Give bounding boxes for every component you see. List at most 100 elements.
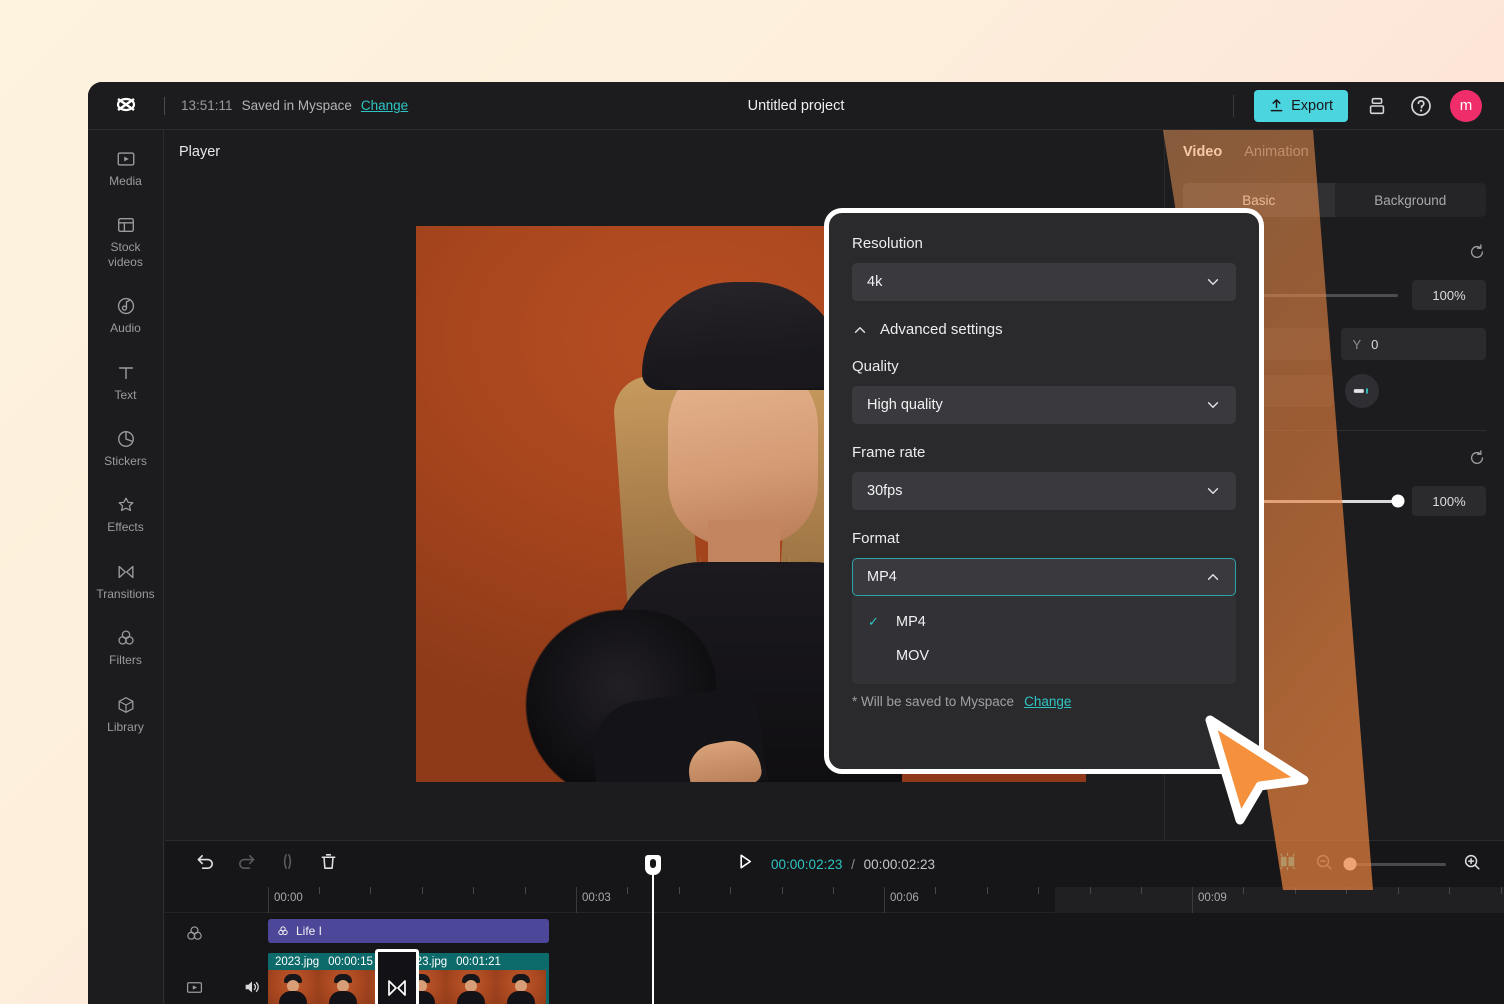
opacity-slider-knob[interactable] [1391,494,1405,508]
delete-button[interactable] [318,851,339,877]
sidebar-item-label: Effects [107,520,144,535]
sidebar-item-text[interactable]: Text [92,358,160,407]
resolution-label: Resolution [852,235,923,252]
sidebar-item-library[interactable]: Library [92,690,160,739]
filters-icon [187,925,202,940]
layout-icon [1369,97,1385,114]
thumbnail [496,970,546,1004]
timeline-panel: 00:00:02:23 / 00:00:02:23 00:00 00:03 00… [165,840,1504,1004]
format-option-mov[interactable]: MOV [852,639,1236,673]
sidebar-item-label: Audio [110,321,141,336]
sidebar-item-stock-videos[interactable]: Stock videos [92,210,160,274]
undo-icon [197,854,213,869]
toolbar-divider [164,96,165,115]
ruler-major-tick [576,887,577,913]
quality-select[interactable]: High quality [852,386,1236,424]
sidebar-item-transitions[interactable]: Transitions [92,557,160,606]
format-option-mp4[interactable]: ✓ MP4 [852,605,1236,639]
position-y-field[interactable]: Y 0 [1340,328,1486,360]
filter-clip[interactable]: Life I [268,919,549,943]
tab-animation[interactable]: Animation [1244,144,1308,163]
top-bar-actions: Export m [1233,89,1504,122]
segment-background[interactable]: Background [1335,183,1487,217]
format-select[interactable]: MP4 [852,558,1236,596]
tab-video[interactable]: Video [1183,144,1222,163]
footer-change-link[interactable]: Change [1024,694,1071,709]
avatar-initial: m [1459,97,1473,114]
ruler-label: 00:00 [274,892,303,904]
redo-button[interactable] [236,851,257,877]
resolution-select[interactable]: 4k [852,263,1236,301]
play-icon [739,854,751,869]
zoom-out-button[interactable] [1314,852,1334,877]
playhead[interactable] [645,855,661,1004]
ruler-label: 00:06 [890,892,919,904]
change-location-link[interactable]: Change [361,98,408,113]
auto-cut-button[interactable] [1277,851,1298,877]
timecode-display: 00:00:02:23 / 00:00:02:23 [771,857,935,872]
chevron-down-icon [1207,402,1219,408]
mute-button[interactable] [242,977,262,1002]
effects-icon [118,497,133,512]
app-logo[interactable] [88,93,164,119]
time-separator: / [851,856,855,872]
properties-tabs: Video Animation [1183,144,1486,163]
split-button[interactable] [277,851,298,877]
layout-button[interactable] [1362,91,1392,121]
sidebar-item-media[interactable]: Media [92,144,160,193]
sidebar-item-stickers[interactable]: Stickers [92,424,160,473]
zoom-slider-knob[interactable] [1343,857,1357,871]
play-button[interactable] [734,851,755,877]
ruler-major-tick [268,887,269,913]
help-button[interactable] [1406,91,1436,121]
framerate-label: Frame rate [852,444,926,461]
flip-button[interactable] [1345,374,1379,408]
timeline-ruler[interactable]: 00:00 00:03 00:06 00:09 [165,887,1504,913]
export-settings-dialog: Resolution 4k Advanced settings Quality … [824,208,1264,774]
sidebar-item-effects[interactable]: Effects [92,490,160,539]
clip-name: 2023.jpg [275,955,320,968]
user-avatar[interactable]: m [1450,89,1482,122]
sidebar-item-label: Filters [109,653,142,668]
format-value: MP4 [867,569,897,585]
export-button-label: Export [1291,97,1333,114]
ruler-label: 00:03 [582,892,611,904]
size-value-input[interactable]: 100% [1412,280,1486,310]
quality-label: Quality [852,358,899,375]
undo-button[interactable] [195,851,216,877]
sidebar-item-filters[interactable]: Filters [92,623,160,672]
size-reset-button[interactable] [1468,243,1486,266]
reset-icon [1470,450,1484,464]
sidebar-item-audio[interactable]: Audio [92,291,160,340]
video-track-header [185,977,262,1002]
media-icon [117,152,134,166]
speaker-icon [245,981,259,993]
zoom-in-button[interactable] [1462,852,1482,877]
transition-clip[interactable] [375,949,419,1004]
framerate-select[interactable]: 30fps [852,472,1236,510]
framerate-value: 30fps [867,483,903,499]
filters-icon [278,926,288,936]
transition-icon [388,980,406,996]
playhead-handle[interactable] [645,855,661,875]
thumbnail [268,970,318,1004]
sidebar-item-label: Transitions [96,586,155,601]
export-button[interactable]: Export [1254,89,1348,122]
timeline-zoom-controls [1277,851,1504,877]
advanced-settings-label: Advanced settings [880,321,1003,338]
format-dropdown-menu: ✓ MP4 MOV [852,596,1236,684]
advanced-settings-toggle[interactable]: Advanced settings [852,321,1236,338]
video-track-button[interactable] [185,978,204,1002]
quality-value: High quality [867,397,943,413]
capcut-logo-icon [116,97,136,111]
player-title: Player [179,144,221,160]
current-time: 00:00:02:23 [771,856,843,872]
sidebar-item-label: Media [109,174,142,188]
opacity-reset-button[interactable] [1468,449,1486,472]
opacity-value-input[interactable]: 100% [1412,486,1486,516]
format-option-label: MP4 [896,614,926,630]
stock-videos-icon [117,218,134,233]
zoom-slider-track[interactable] [1343,857,1446,871]
sidebar-item-label: Library [107,719,144,734]
upload-icon [1270,99,1283,112]
